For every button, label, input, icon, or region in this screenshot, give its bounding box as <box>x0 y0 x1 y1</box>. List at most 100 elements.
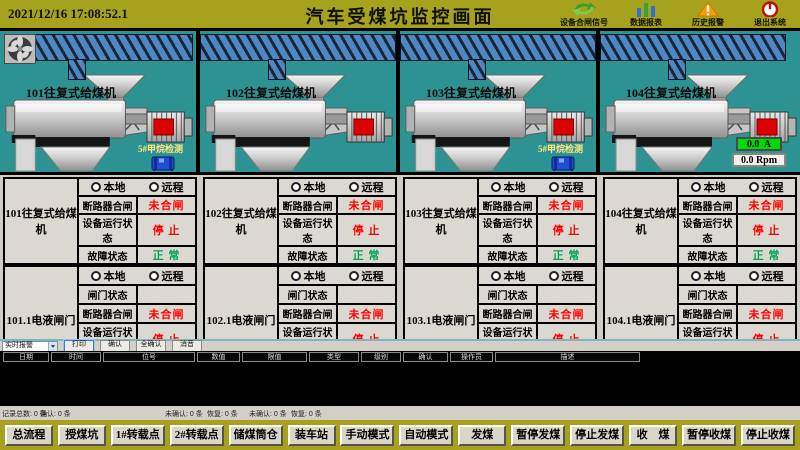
radio-circle-icon[interactable] <box>91 182 101 192</box>
nav-button[interactable]: 2#转载点 <box>170 425 224 446</box>
alarm-column-header[interactable]: 位号 <box>103 352 195 362</box>
nav-button[interactable]: 暂停发煤 <box>511 425 565 446</box>
radio-remote[interactable]: 远程 <box>349 179 384 195</box>
feeder-name: 102往复式给煤机 <box>204 178 278 264</box>
feeder-status-table: 104往复式给煤机 本地 远程 <box>603 177 797 265</box>
radio-local[interactable]: 本地 <box>691 268 726 284</box>
gate-state-value <box>737 285 796 304</box>
breaker-label: 断路器合闸 <box>78 304 137 323</box>
alarm-table: 日期 时间 位号 数值 限值 类型 级别 确认 操作员 描述 <box>0 351 800 406</box>
gate-state-label: 闸门状态 <box>678 285 737 304</box>
alarm-column-header[interactable]: 描述 <box>495 352 640 362</box>
radio-circle-icon[interactable] <box>291 182 301 192</box>
alarm-filter-select[interactable]: 实时报警 <box>2 341 58 352</box>
radio-circle-icon[interactable] <box>749 182 759 192</box>
machine-panel: 103往复式给煤机 5#甲烷检测 <box>400 31 600 172</box>
menu-item-exit-system[interactable]: 退出系统 <box>744 0 796 28</box>
alarm-stat: 恢复: 0 条 <box>207 409 238 419</box>
gate-state-label: 闸门状态 <box>78 285 137 304</box>
breaker-value: 未合闸 <box>737 304 796 323</box>
nav-button[interactable]: 收 煤 <box>629 425 677 446</box>
gate-state-label: 闸门状态 <box>278 285 337 304</box>
radio-circle-icon[interactable] <box>691 182 701 192</box>
nav-button[interactable]: 暂停收煤 <box>682 425 736 446</box>
run-state-label: 设备运行状态 <box>678 214 737 246</box>
nav-button[interactable]: 停止发煤 <box>570 425 624 446</box>
status-column: 103往复式给煤机 本地 远程 <box>400 175 600 339</box>
alarm-column-header[interactable]: 时间 <box>51 352 101 362</box>
fault-state-value: 正 常 <box>537 246 596 264</box>
menu-item-device-close-signal[interactable]: 设备合闸信号 <box>558 0 610 28</box>
nav-button[interactable]: 自动模式 <box>399 425 453 446</box>
radio-local[interactable]: 本地 <box>291 179 326 195</box>
radio-circle-icon[interactable] <box>91 271 101 281</box>
methane-detector-icon <box>150 155 176 172</box>
hanging-column <box>68 59 86 80</box>
radio-remote[interactable]: 远程 <box>749 268 784 284</box>
nav-button[interactable]: 发煤 <box>458 425 506 446</box>
fault-state-value: 正 常 <box>137 246 196 264</box>
run-state-value: 停 止 <box>737 214 796 246</box>
radio-circle-icon[interactable] <box>349 271 359 281</box>
radio-circle-icon[interactable] <box>549 271 559 281</box>
menu-item-label: 历史报警 <box>692 17 724 28</box>
nav-button[interactable]: 1#转载点 <box>111 425 165 446</box>
alarm-column-header[interactable]: 数值 <box>197 352 240 362</box>
hanging-column <box>468 59 486 80</box>
power-icon <box>757 1 783 17</box>
radio-remote[interactable]: 远程 <box>749 179 784 195</box>
radio-circle-icon[interactable] <box>549 182 559 192</box>
radio-circle-icon[interactable] <box>491 271 501 281</box>
radio-circle-icon[interactable] <box>149 182 159 192</box>
bottom-nav-bar: 总流程 授煤坑 1#转载点 2#转载点 储煤筒仓 装车站 手动模式 自动模式 发… <box>0 420 800 450</box>
ceiling-beam <box>600 34 786 61</box>
alarm-column-header[interactable]: 限值 <box>242 352 307 362</box>
radio-circle-icon[interactable] <box>491 182 501 192</box>
methane-detector-icon <box>550 155 576 172</box>
fault-state-value: 正 常 <box>737 246 796 264</box>
nav-button[interactable]: 装车站 <box>288 425 336 446</box>
ceiling-beam <box>400 34 596 61</box>
machine-label: 104往复式给煤机 <box>626 84 716 101</box>
radio-local[interactable]: 本地 <box>491 268 526 284</box>
alarm-stats-bar: 记录总数: 0 条 确认: 0 条 未确认: 0 条 恢复: 0 条 未确认: … <box>0 406 800 420</box>
nav-button[interactable]: 停止收煤 <box>741 425 795 446</box>
alarm-column-header[interactable]: 类型 <box>309 352 359 362</box>
breaker-value: 未合闸 <box>337 196 396 214</box>
radio-remote[interactable]: 远程 <box>549 179 584 195</box>
feeder-name: 101往复式给煤机 <box>4 178 78 264</box>
radio-local[interactable]: 本地 <box>91 268 126 284</box>
gate-state-value <box>537 285 596 304</box>
radio-local[interactable]: 本地 <box>91 179 126 195</box>
radio-local[interactable]: 本地 <box>691 179 726 195</box>
radio-remote[interactable]: 远程 <box>149 179 184 195</box>
nav-button[interactable]: 总流程 <box>5 425 53 446</box>
alarm-column-header[interactable]: 级别 <box>361 352 401 362</box>
menu-item-data-report[interactable]: 数据报表 <box>620 0 672 28</box>
radio-circle-icon[interactable] <box>349 182 359 192</box>
radio-remote[interactable]: 远程 <box>349 268 384 284</box>
menu-item-label: 退出系统 <box>754 17 786 28</box>
alarm-column-header[interactable]: 确认 <box>403 352 448 362</box>
radio-local[interactable]: 本地 <box>291 268 326 284</box>
nav-button[interactable]: 手动模式 <box>340 425 394 446</box>
radio-circle-icon[interactable] <box>291 271 301 281</box>
radio-circle-icon[interactable] <box>749 271 759 281</box>
radio-remote[interactable]: 远程 <box>549 268 584 284</box>
alarm-table-header: 日期 时间 位号 数值 限值 类型 级别 确认 操作员 描述 <box>0 351 800 362</box>
hanging-column <box>268 59 286 80</box>
alarm-toolbar: 实时报警 打印 确认 全确认 消音 <box>0 339 800 351</box>
nav-button[interactable]: 储煤筒仓 <box>229 425 283 446</box>
sync-arrows-icon <box>571 1 597 17</box>
radio-circle-icon[interactable] <box>691 271 701 281</box>
machine-label: 103往复式给煤机 <box>426 84 516 101</box>
nav-button[interactable]: 授煤坑 <box>58 425 106 446</box>
dropdown-arrow-icon[interactable] <box>48 342 57 351</box>
radio-circle-icon[interactable] <box>149 271 159 281</box>
hanging-column <box>668 59 686 80</box>
radio-local[interactable]: 本地 <box>491 179 526 195</box>
alarm-column-header[interactable]: 操作员 <box>450 352 493 362</box>
alarm-column-header[interactable]: 日期 <box>3 352 49 362</box>
radio-remote[interactable]: 远程 <box>149 268 184 284</box>
menu-item-history-alarm[interactable]: 历史报警 <box>682 0 734 28</box>
